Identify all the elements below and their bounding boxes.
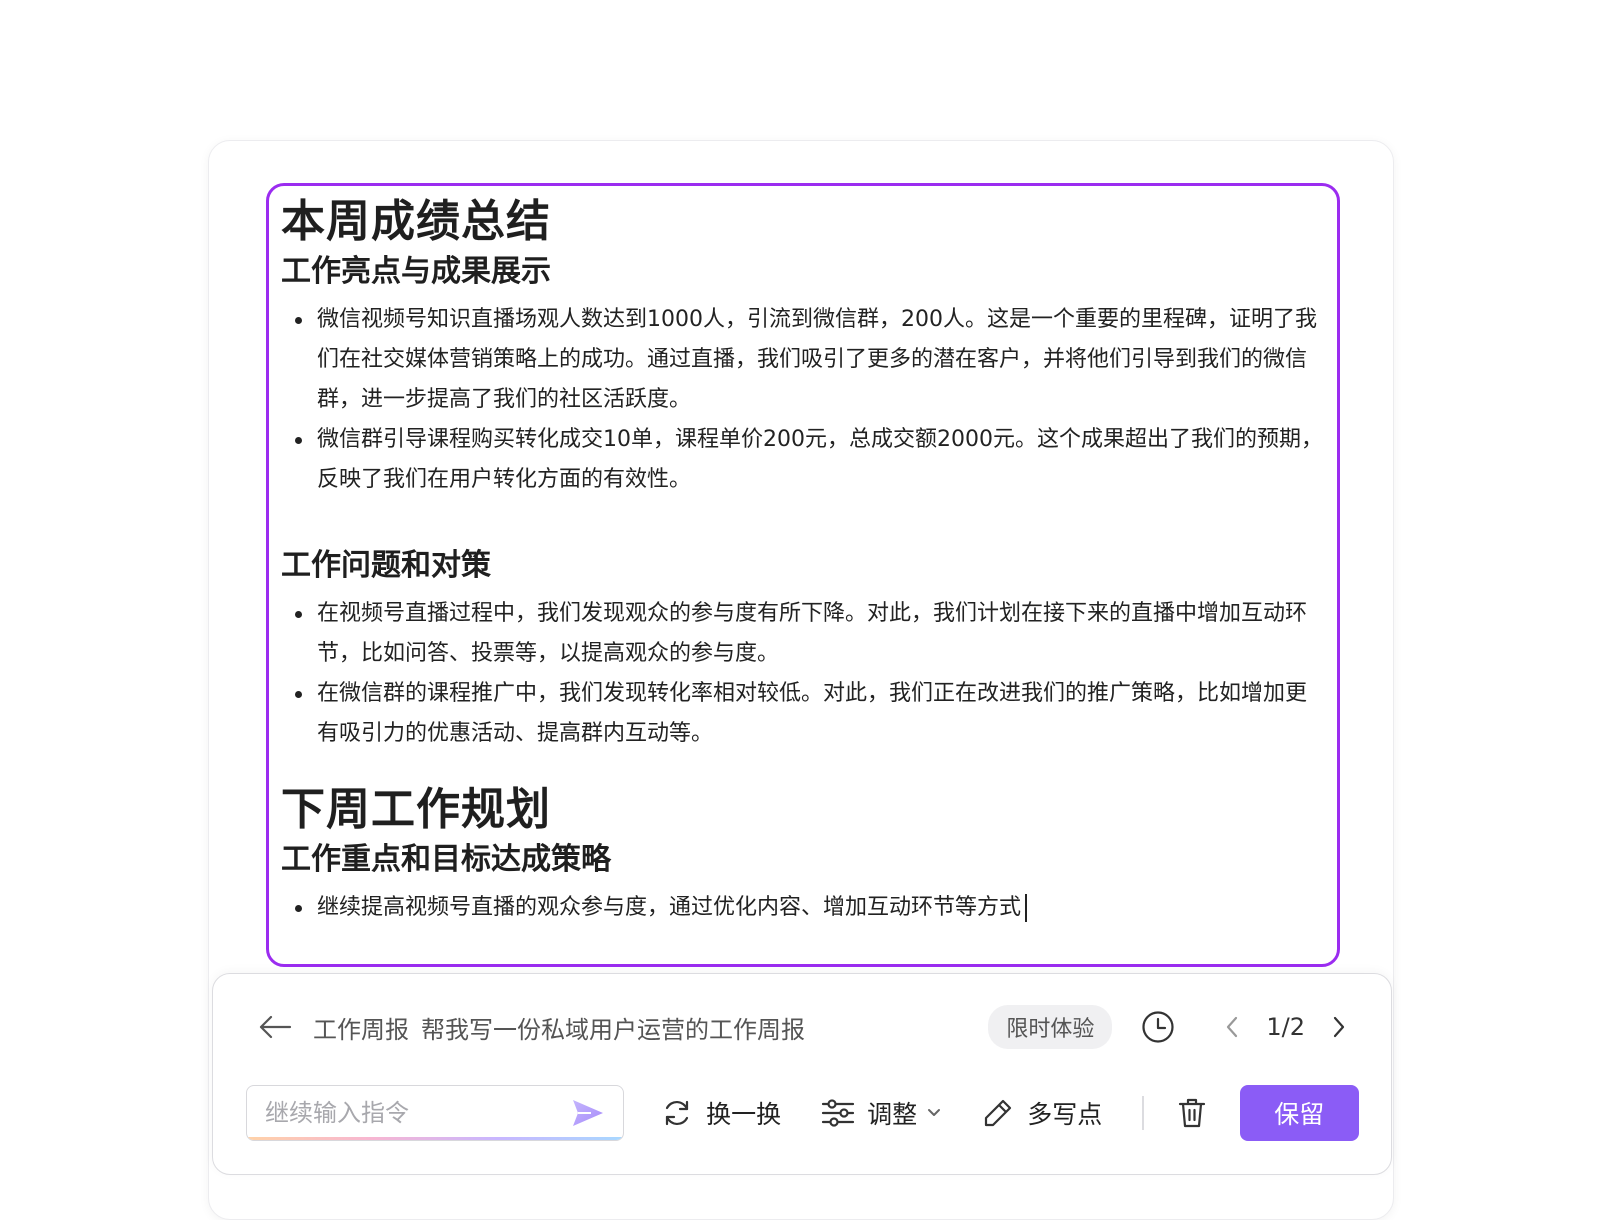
list-item: 在微信群的课程推广中，我们发现转化率相对较低。对此，我们正在改进我们的推广策略，… — [295, 674, 1325, 754]
bullet-list: 在视频号直播过程中，我们发现观众的参与度有所下降。对此，我们计划在接下来的直播中… — [281, 594, 1325, 754]
trial-badge: 限时体验 — [988, 1005, 1113, 1049]
chevron-left-icon[interactable] — [1220, 1009, 1244, 1045]
chevron-right-icon[interactable] — [1327, 1009, 1351, 1045]
sliders-icon — [821, 1096, 855, 1130]
prompt-summary: 工作周报 帮我写一份私域用户运营的工作周报 — [313, 1010, 988, 1045]
adjust-dropdown[interactable]: 调整 — [821, 1095, 941, 1131]
command-input-wrapper — [246, 1085, 625, 1141]
back-arrow-icon[interactable] — [257, 1009, 293, 1045]
expand-button[interactable]: 多写点 — [981, 1095, 1102, 1131]
command-input[interactable] — [247, 1086, 624, 1140]
regenerate-button[interactable]: 换一换 — [660, 1095, 781, 1131]
keep-button[interactable]: 保留 — [1239, 1085, 1359, 1141]
list-item: 微信视频号知识直播场观人数达到1000人，引流到微信群，200人。这是一个重要的… — [295, 300, 1325, 420]
result-pager: 1/2 — [1220, 1009, 1351, 1045]
prompt-header: 工作周报 帮我写一份私域用户运营的工作周报 限时体验 1/2 — [257, 996, 1351, 1058]
page-count: 1/2 — [1266, 1013, 1305, 1041]
text-cursor — [1025, 894, 1028, 922]
list-item: 在视频号直播过程中，我们发现观众的参与度有所下降。对此，我们计划在接下来的直播中… — [295, 594, 1325, 674]
section-title: 下周工作规划 — [281, 784, 551, 835]
generated-document[interactable]: 本周成绩总结 工作亮点与成果展示 微信视频号知识直播场观人数达到1000人，引流… — [266, 183, 1340, 967]
pencil-icon — [981, 1096, 1015, 1130]
bullet-list: 微信视频号知识直播场观人数达到1000人，引流到微信群，200人。这是一个重要的… — [281, 300, 1325, 500]
section-title: 本周成绩总结 — [281, 196, 551, 247]
chevron-down-icon — [927, 1108, 941, 1118]
list-item: 继续提高视频号直播的观众参与度，通过优化内容、增加互动环节等方式 — [295, 888, 1325, 928]
expand-label: 多写点 — [1027, 1100, 1103, 1129]
prompt-text: 帮我写一份私域用户运营的工作周报 — [421, 1015, 805, 1044]
toolbar-divider — [1142, 1096, 1144, 1130]
prompt-category: 工作周报 — [313, 1015, 409, 1044]
subsection-title: 工作重点和目标达成策略 — [281, 842, 611, 877]
list-item: 微信群引导课程购买转化成交10单，课程单价200元，总成交额2000元。这个成果… — [295, 420, 1325, 500]
bullet-list: 继续提高视频号直播的观众参与度，通过优化内容、增加互动环节等方式 — [281, 888, 1325, 928]
refresh-icon — [660, 1096, 694, 1130]
regenerate-label: 换一换 — [706, 1100, 782, 1129]
subsection-title: 工作问题和对策 — [281, 548, 491, 583]
send-icon[interactable] — [571, 1098, 605, 1128]
list-item-text: 继续提高视频号直播的观众参与度，通过优化内容、增加互动环节等方式 — [317, 895, 1022, 920]
action-bar: 换一换 调整 多写点 保留 — [246, 1084, 1359, 1142]
trash-icon[interactable] — [1174, 1095, 1210, 1131]
subsection-title: 工作亮点与成果展示 — [281, 254, 551, 289]
ai-assistant-panel: 工作周报 帮我写一份私域用户运营的工作周报 限时体验 1/2 继续输入指令 换一… — [212, 973, 1392, 1175]
adjust-label: 调整 — [867, 1100, 918, 1129]
clock-icon[interactable] — [1140, 1009, 1176, 1045]
